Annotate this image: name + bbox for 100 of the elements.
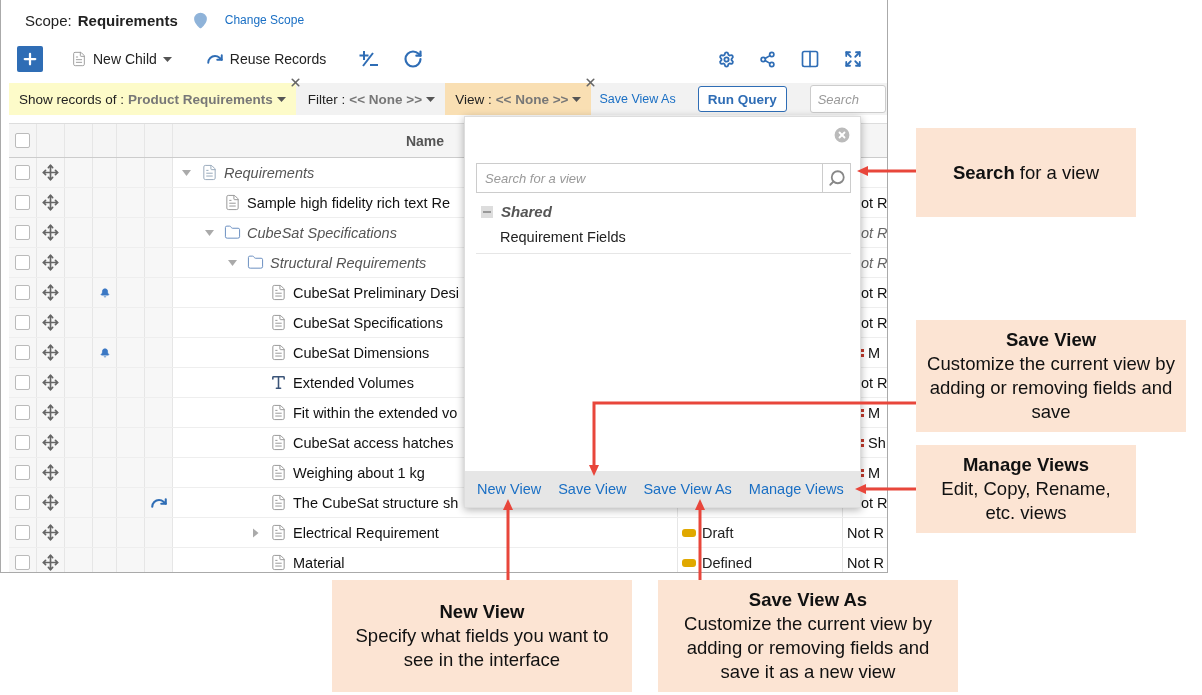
- cell-text: Sh: [868, 434, 886, 451]
- plus-icon: [21, 50, 39, 68]
- checkbox[interactable]: [15, 285, 30, 300]
- search-icon[interactable]: [823, 163, 851, 193]
- record-name[interactable]: Sample high fidelity rich text Re: [247, 194, 451, 211]
- show-records-dropdown[interactable]: Show records of : Product Requirements: [9, 83, 296, 115]
- caret-icon: [426, 96, 436, 102]
- collapse-icon[interactable]: [481, 205, 493, 218]
- record-name[interactable]: Weighing about 1 kg: [293, 464, 425, 481]
- callout-text: Search for a view: [953, 160, 1099, 185]
- checkbox[interactable]: [15, 133, 30, 148]
- view-action-link[interactable]: Save View: [558, 481, 627, 497]
- scope-value: Requirements: [77, 11, 178, 29]
- folder-icon: [247, 254, 264, 271]
- cell-text: ot R: [861, 494, 887, 511]
- callout-title: Manage Views: [962, 453, 1090, 477]
- cell-text: ot R: [861, 254, 887, 271]
- callout-title: Save View: [1005, 328, 1097, 352]
- checkbox[interactable]: [15, 315, 30, 330]
- callout-title: Save View As: [748, 588, 868, 612]
- record-name[interactable]: CubeSat access hatches: [293, 434, 454, 451]
- filter-dropdown[interactable]: Filter : << None >>: [297, 83, 446, 115]
- cell-text: M: [868, 404, 881, 421]
- view-action-link[interactable]: Save View As: [643, 481, 732, 497]
- record-name[interactable]: Electrical Requirement: [293, 524, 439, 541]
- search-field[interactable]: Search: [809, 85, 886, 113]
- cell-text: M: [868, 344, 881, 361]
- checkbox[interactable]: [15, 225, 30, 240]
- record-name[interactable]: Structural Requirements: [270, 254, 427, 271]
- record-name[interactable]: CubeSat Dimensions: [293, 344, 430, 361]
- checkbox[interactable]: [15, 405, 30, 420]
- callout-text: Customize the current view by adding or removing fields and save it as a new view: [683, 612, 933, 684]
- view-dropdown[interactable]: View : << None >>: [445, 83, 592, 115]
- view-item[interactable]: Requirement Fields: [476, 226, 851, 254]
- move-handle-icon[interactable]: [42, 224, 59, 241]
- checkbox[interactable]: [15, 195, 30, 210]
- record-name[interactable]: Requirements: [224, 164, 315, 181]
- reuse-records-button[interactable]: Reuse Records: [197, 50, 335, 68]
- document-icon: [71, 51, 87, 67]
- checkbox[interactable]: [15, 165, 30, 180]
- checkbox[interactable]: [15, 345, 30, 360]
- arrow: [855, 484, 916, 494]
- move-handle-icon[interactable]: [42, 524, 59, 541]
- caret-icon: [162, 56, 172, 62]
- record-name[interactable]: CubeSat Specifications: [293, 314, 443, 331]
- view-action-link[interactable]: Manage Views: [748, 481, 844, 497]
- checkbox[interactable]: [15, 555, 30, 570]
- move-handle-icon[interactable]: [42, 254, 59, 271]
- cell-text: ot R: [861, 284, 887, 301]
- view-action-link[interactable]: New View: [477, 481, 542, 497]
- move-handle-icon[interactable]: [42, 464, 59, 481]
- checkbox[interactable]: [15, 525, 30, 540]
- record-name[interactable]: CubeSat Preliminary Desi: [293, 284, 459, 301]
- status-text: Defined: [702, 554, 752, 571]
- record-name[interactable]: Extended Volumes: [293, 374, 414, 391]
- move-handle-icon[interactable]: [42, 344, 59, 361]
- new-child-button[interactable]: New Child: [63, 51, 180, 67]
- document-icon: [270, 344, 287, 361]
- callout-text: Customize the current view by adding or removing fields and save: [926, 352, 1176, 424]
- move-handle-icon[interactable]: [42, 434, 59, 451]
- cell-text: ot R: [861, 194, 887, 211]
- move-handle-icon[interactable]: [42, 314, 59, 331]
- checkbox[interactable]: [15, 375, 30, 390]
- document-icon: [270, 434, 287, 451]
- cell-text: ot R: [861, 224, 887, 241]
- save-view-as-link[interactable]: Save View As: [599, 92, 676, 106]
- text-icon: [270, 374, 287, 391]
- move-handle-icon[interactable]: [42, 374, 59, 391]
- view-search-field[interactable]: Search for a view: [476, 163, 823, 193]
- checkbox[interactable]: [15, 435, 30, 450]
- checkbox[interactable]: [15, 495, 30, 510]
- checkbox[interactable]: [15, 465, 30, 480]
- document-icon: [270, 284, 287, 301]
- caret-icon: [276, 96, 286, 102]
- record-name[interactable]: The CubeSat structure sh: [293, 494, 459, 511]
- column-header[interactable]: Name: [405, 132, 445, 149]
- run-query-button[interactable]: Run Query: [697, 86, 787, 112]
- callout-text: Edit, Copy, Rename, etc. views: [940, 477, 1112, 525]
- change-scope-link[interactable]: Change Scope: [224, 13, 305, 27]
- document-icon: [201, 164, 218, 181]
- record-name[interactable]: Material: [293, 554, 345, 571]
- status-icon: [682, 558, 696, 567]
- cell-text: ot R: [861, 314, 887, 331]
- add-button[interactable]: [17, 46, 43, 72]
- callout-text: Specify what fields you want to see in the interface: [354, 624, 610, 672]
- close-icon[interactable]: [288, 76, 302, 89]
- move-handle-icon[interactable]: [42, 554, 59, 571]
- record-name[interactable]: CubeSat Specifications: [247, 224, 397, 241]
- status-text: Draft: [702, 524, 734, 541]
- move-handle-icon[interactable]: [42, 164, 59, 181]
- move-handle-icon[interactable]: [42, 494, 59, 511]
- status-icon: [682, 528, 696, 537]
- move-handle-icon[interactable]: [42, 194, 59, 211]
- document-icon: [270, 494, 287, 511]
- move-handle-icon[interactable]: [42, 404, 59, 421]
- folder-icon: [224, 224, 241, 241]
- move-handle-icon[interactable]: [42, 284, 59, 301]
- checkbox[interactable]: [15, 255, 30, 270]
- record-name[interactable]: Fit within the extended vo: [293, 404, 458, 421]
- caret-icon: [572, 96, 582, 102]
